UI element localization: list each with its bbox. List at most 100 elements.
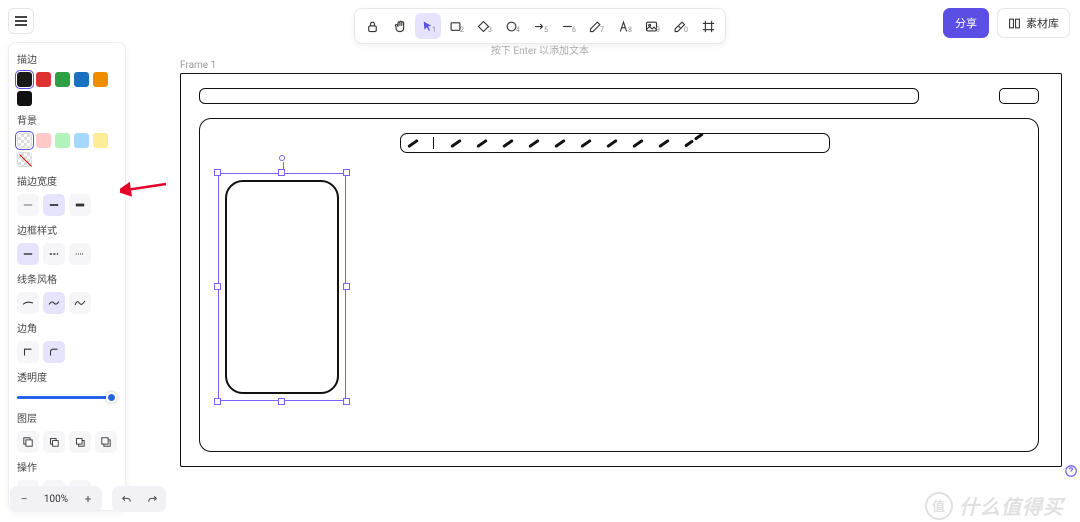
stroke-width-heading: 描边宽度 xyxy=(17,173,117,188)
tool-frame[interactable] xyxy=(695,13,721,39)
bg-color-pink[interactable] xyxy=(36,133,51,148)
frame-label[interactable]: Frame 1 xyxy=(180,60,216,71)
stroke-style-heading: 边框样式 xyxy=(17,222,117,237)
footer-controls: − 100% + xyxy=(10,486,166,512)
stroke-width-thick[interactable] xyxy=(69,194,91,216)
watermark-text: 什么值得买 xyxy=(959,491,1064,520)
resize-handle-se[interactable] xyxy=(343,398,350,405)
share-button[interactable]: 分享 xyxy=(943,8,989,38)
corners-heading: 边角 xyxy=(17,320,117,335)
stroke-style-solid[interactable] xyxy=(17,243,39,265)
drawn-rect-address-bar[interactable] xyxy=(199,88,919,104)
resize-handle-w[interactable] xyxy=(214,283,221,290)
main-menu-button[interactable] xyxy=(8,8,34,34)
stroke-width-thin[interactable] xyxy=(17,194,39,216)
resize-handle-s[interactable] xyxy=(278,398,285,405)
stroke-color-orange[interactable] xyxy=(93,72,108,87)
stroke-color-green[interactable] xyxy=(55,72,70,87)
undo-button[interactable] xyxy=(114,488,138,510)
watermark: 值 什么值得买 xyxy=(925,491,1064,520)
tool-index: 2 xyxy=(460,26,464,34)
zoom-controls: − 100% + xyxy=(10,486,102,512)
resize-handle-sw[interactable] xyxy=(214,398,221,405)
corners-row xyxy=(17,341,117,363)
tool-eraser[interactable]: 0 xyxy=(667,13,693,39)
resize-handle-nw[interactable] xyxy=(214,169,221,176)
annotation-arrow-icon xyxy=(120,176,170,200)
bg-heading: 背景 xyxy=(17,112,117,127)
sloppiness-cartoonist[interactable] xyxy=(69,292,91,314)
library-label: 素材库 xyxy=(1026,15,1059,31)
opacity-heading: 透明度 xyxy=(17,369,117,384)
layers-heading: 图层 xyxy=(17,410,117,425)
tool-pencil[interactable]: 7 xyxy=(583,13,609,39)
sloppiness-artist[interactable] xyxy=(43,292,65,314)
tool-pointer[interactable]: 1 xyxy=(415,13,441,39)
tool-line[interactable]: 6 xyxy=(555,13,581,39)
corners-round[interactable] xyxy=(43,341,65,363)
stroke-width-row xyxy=(17,194,117,216)
tool-lock[interactable] xyxy=(359,13,385,39)
bg-color-green[interactable] xyxy=(55,133,70,148)
stroke-style-dotted[interactable] xyxy=(69,243,91,265)
selected-object[interactable] xyxy=(218,173,346,401)
corners-sharp[interactable] xyxy=(17,341,39,363)
undo-redo-controls xyxy=(112,486,166,512)
stroke-width-medium[interactable] xyxy=(43,194,65,216)
tool-image[interactable]: 9 xyxy=(639,13,665,39)
zoom-in-button[interactable]: + xyxy=(76,488,100,510)
drawn-toolbar[interactable] xyxy=(400,133,830,153)
tool-diamond[interactable]: 3 xyxy=(471,13,497,39)
resize-handle-e[interactable] xyxy=(343,283,350,290)
tool-arrow[interactable]: 5 xyxy=(527,13,553,39)
stroke-color-blue[interactable] xyxy=(74,72,89,87)
tool-index: 1 xyxy=(432,26,436,34)
drawn-rect-button[interactable] xyxy=(999,88,1039,104)
layer-send-backward[interactable] xyxy=(43,431,65,453)
stroke-color-row xyxy=(17,72,117,106)
drawn-phone-shape[interactable] xyxy=(225,180,339,394)
tool-hand[interactable] xyxy=(387,13,413,39)
bg-color-blue[interactable] xyxy=(74,133,89,148)
library-button[interactable]: 素材库 xyxy=(997,8,1070,38)
zoom-out-button[interactable]: − xyxy=(12,488,36,510)
resize-handle-n[interactable] xyxy=(278,169,285,176)
sloppiness-row xyxy=(17,292,117,314)
top-right-actions: 分享 素材库 xyxy=(943,8,1070,38)
help-icon[interactable] xyxy=(1064,464,1078,478)
bg-color-transparent[interactable] xyxy=(17,133,32,148)
tool-index: 7 xyxy=(600,26,604,34)
stroke-color-custom[interactable] xyxy=(17,91,32,106)
tool-index: 0 xyxy=(684,26,688,34)
redo-button[interactable] xyxy=(140,488,164,510)
tool-index: 3 xyxy=(488,26,492,34)
top-toolbar: 1 2 3 4 5 6 7 8 9 0 xyxy=(354,8,726,44)
library-icon xyxy=(1008,17,1021,30)
layer-send-back[interactable] xyxy=(17,431,39,453)
tool-text[interactable]: 8 xyxy=(611,13,637,39)
tool-index: 6 xyxy=(572,26,576,34)
rotate-handle[interactable] xyxy=(279,155,285,161)
zoom-level[interactable]: 100% xyxy=(38,488,74,510)
layer-bring-forward[interactable] xyxy=(69,431,91,453)
sloppiness-architect[interactable] xyxy=(17,292,39,314)
tool-index: 8 xyxy=(628,26,632,34)
hint-text: 按下 Enter 以添加文本 xyxy=(491,42,589,57)
bg-color-none[interactable] xyxy=(17,152,32,167)
layer-bring-front[interactable] xyxy=(95,431,117,453)
tool-ellipse[interactable]: 4 xyxy=(499,13,525,39)
resize-handle-ne[interactable] xyxy=(343,169,350,176)
stroke-style-row xyxy=(17,243,117,265)
tool-rectangle[interactable]: 2 xyxy=(443,13,469,39)
watermark-logo-icon: 值 xyxy=(925,492,953,520)
layers-row xyxy=(17,431,117,453)
bg-color-row xyxy=(17,133,117,167)
bg-color-yellow[interactable] xyxy=(93,133,108,148)
opacity-slider[interactable] xyxy=(17,390,117,404)
tool-index: 5 xyxy=(544,26,548,34)
stroke-color-black[interactable] xyxy=(17,72,32,87)
tool-index: 4 xyxy=(516,26,520,34)
stroke-color-red[interactable] xyxy=(36,72,51,87)
stroke-style-dashed[interactable] xyxy=(43,243,65,265)
properties-panel: 描边 背景 描边宽度 边框样式 线条风格 边角 透明度 xyxy=(8,42,126,511)
